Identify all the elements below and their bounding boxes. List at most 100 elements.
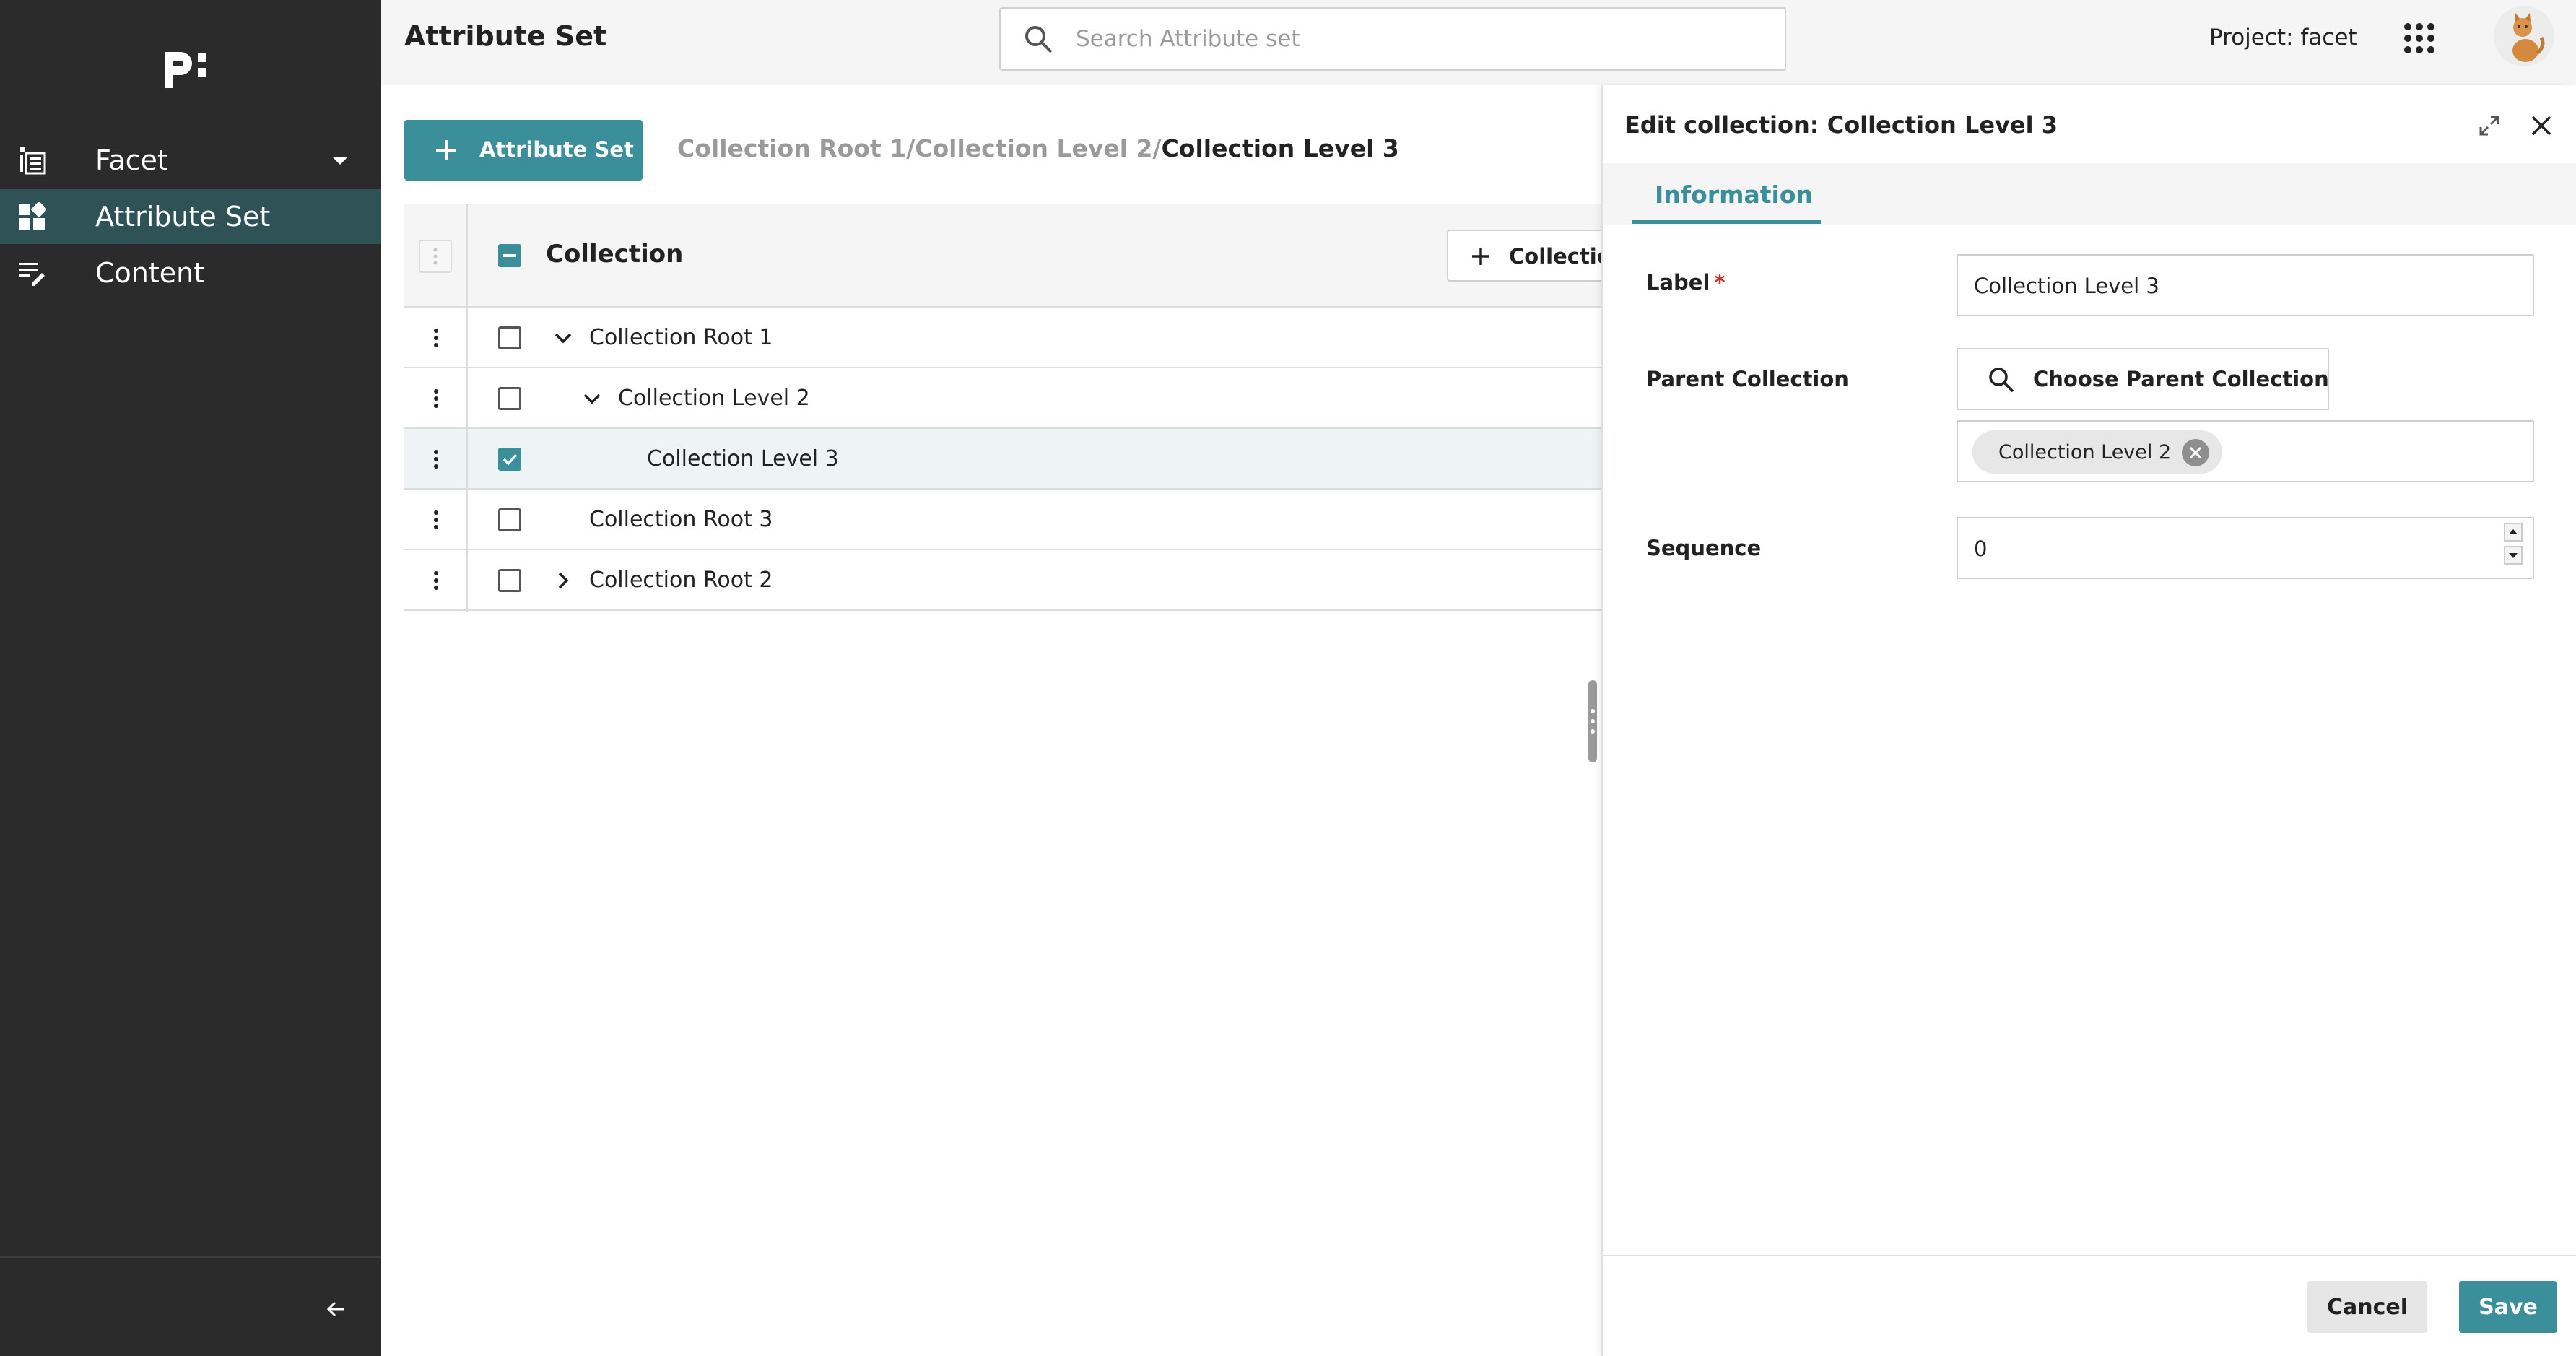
dashboard-icon [16, 201, 48, 232]
panel-title: Edit collection: Collection Level 3 [1624, 111, 2058, 139]
add-attribute-set-button[interactable]: Attribute Set [404, 120, 643, 181]
search-box[interactable] [999, 7, 1786, 71]
row-label: Collection Level 3 [647, 446, 839, 471]
search-icon [1989, 368, 2014, 393]
project-label: Project: facet [2209, 25, 2357, 51]
sidebar: Facet Attribute Set Content [0, 0, 381, 1356]
label-field-label: Label * [1646, 270, 1726, 295]
column-header-collection: Collection [546, 240, 684, 269]
plus-icon [436, 140, 456, 160]
row-label: Collection Root 1 [589, 325, 773, 350]
close-icon[interactable] [2527, 111, 2556, 140]
cancel-button[interactable]: Cancel [2307, 1281, 2427, 1333]
row-checkbox[interactable] [498, 387, 521, 410]
page-title: Attribute Set [404, 20, 607, 52]
table-row[interactable]: Collection Root 2 [404, 550, 1601, 611]
label-input[interactable] [1974, 269, 2479, 303]
sequence-input-wrapper [1957, 517, 2534, 579]
parent-collection-label: Parent Collection [1646, 367, 1849, 391]
grip-dot [1591, 709, 1595, 713]
spin-up-icon[interactable] [2504, 523, 2523, 542]
table-row[interactable]: Collection Level 2 [404, 368, 1601, 429]
sidebar-item-label: Attribute Set [95, 201, 271, 232]
chevron-down-icon[interactable] [552, 326, 575, 349]
row-checkbox[interactable] [498, 326, 521, 349]
row-menu-button[interactable] [422, 443, 451, 475]
table-header: Collection Collection [404, 204, 1601, 308]
panel-tabs: Information [1603, 163, 2576, 225]
add-collection-button[interactable]: Collection [1447, 230, 1601, 282]
sidebar-item-label: Content [95, 257, 205, 289]
caret-down-icon [333, 157, 347, 165]
choose-parent-label: Choose Parent Collection [2033, 367, 2329, 391]
chip-remove-button[interactable] [2182, 439, 2209, 466]
row-label: Collection Level 2 [618, 386, 810, 411]
arrow-left-icon [326, 1301, 344, 1317]
breadcrumb-item[interactable]: Collection Level 2 [915, 134, 1152, 162]
row-checkbox[interactable] [498, 569, 521, 592]
more-vertical-icon [434, 389, 438, 408]
row-menu-button[interactable] [422, 322, 451, 354]
edit-notes-icon [16, 257, 48, 289]
cat-avatar-icon [2512, 13, 2545, 62]
breadcrumb-separator: / [1152, 134, 1162, 162]
more-vertical-icon [434, 571, 438, 590]
sidebar-item-facet[interactable]: Facet [0, 133, 381, 188]
parent-collection-chip: Collection Level 2 [1972, 430, 2222, 474]
panel-footer: Cancel Save [1603, 1255, 2576, 1356]
expand-icon[interactable] [2475, 111, 2504, 140]
table-row[interactable]: Collection Root 1 [404, 308, 1601, 368]
row-label: Collection Root 3 [589, 507, 773, 532]
more-vertical-icon [433, 248, 438, 265]
add-attribute-set-label: Attribute Set [479, 137, 634, 162]
chip-label: Collection Level 2 [1998, 441, 2172, 464]
parent-collection-chip-box: Collection Level 2 [1957, 420, 2534, 482]
plus-icon [1472, 248, 1489, 265]
search-icon [1025, 26, 1053, 53]
tab-information[interactable]: Information [1632, 166, 1821, 224]
breadcrumb-separator: / [906, 134, 915, 162]
sequence-label: Sequence [1646, 536, 1762, 560]
grip-dot [1591, 719, 1595, 723]
chevron-right-icon[interactable] [552, 569, 575, 592]
sidebar-item-attribute-set[interactable]: Attribute Set [0, 189, 381, 244]
row-menu-button[interactable] [422, 504, 451, 536]
collection-table: Collection Collection Collection Root 1 … [404, 204, 1601, 612]
column-divider [466, 204, 468, 612]
grip-dot [1591, 729, 1595, 734]
sequence-input[interactable] [1974, 531, 2479, 566]
grid-apps-icon[interactable] [2403, 22, 2436, 55]
breadcrumb-current: Collection Level 3 [1161, 134, 1399, 162]
sidebar-item-label: Facet [95, 144, 168, 176]
more-vertical-icon [434, 510, 438, 529]
save-button[interactable]: Save [2459, 1281, 2557, 1333]
chevron-down-icon[interactable] [580, 387, 604, 410]
choose-parent-collection-button[interactable]: Choose Parent Collection [1957, 348, 2329, 410]
close-circle-icon [2189, 446, 2202, 459]
more-vertical-icon [434, 329, 438, 347]
table-row[interactable]: Collection Root 3 [404, 490, 1601, 550]
avatar[interactable] [2494, 6, 2554, 66]
row-label: Collection Root 2 [589, 568, 773, 593]
sidebar-item-content[interactable]: Content [0, 245, 381, 300]
app-logo[interactable] [160, 39, 212, 91]
collapse-sidebar-button[interactable] [321, 1294, 351, 1324]
top-bar: Attribute Set Project: facet [381, 0, 2576, 85]
sidebar-divider [0, 1256, 381, 1258]
row-checkbox[interactable] [498, 508, 521, 531]
row-checkbox[interactable] [498, 448, 521, 471]
label-text: Label [1646, 270, 1710, 295]
list-icon [16, 144, 48, 176]
row-menu-button[interactable] [422, 565, 451, 596]
edit-collection-panel: Edit collection: Collection Level 3 Info… [1601, 85, 2576, 1356]
spin-down-icon[interactable] [2504, 546, 2523, 565]
add-collection-label: Collection [1509, 244, 1601, 269]
check-icon [502, 453, 518, 466]
breadcrumb-item[interactable]: Collection Root 1 [677, 134, 906, 162]
search-input[interactable] [1076, 22, 1754, 56]
row-menu-button[interactable] [422, 383, 451, 414]
table-row[interactable]: Collection Level 3 [404, 429, 1601, 490]
select-all-checkbox[interactable] [498, 244, 521, 267]
column-menu-button[interactable] [419, 240, 452, 273]
panel-resize-handle[interactable] [1588, 680, 1597, 762]
